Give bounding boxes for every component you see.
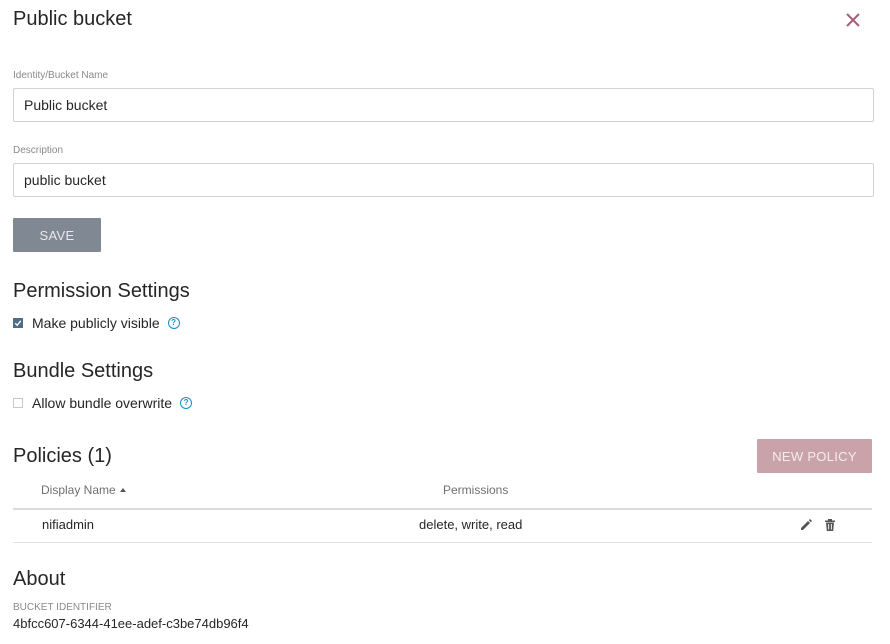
display-name-header-label: Display Name (41, 483, 116, 497)
description-label: Description (13, 145, 64, 156)
policy-display-name: nifiadmin (42, 517, 95, 532)
column-header-display-name[interactable]: Display Name (41, 483, 126, 497)
policy-permissions: delete, write, read (419, 517, 523, 532)
description-input[interactable] (13, 163, 874, 197)
pencil-icon[interactable] (799, 518, 813, 532)
about-heading: About (13, 568, 66, 590)
allow-overwrite-row: Allow bundle overwrite ? (13, 395, 193, 411)
policies-heading: Policies (1) (13, 445, 112, 467)
dialog-title: Public bucket (13, 8, 132, 30)
bucket-name-label: Identity/Bucket Name (13, 70, 109, 81)
trash-icon[interactable] (823, 518, 837, 532)
save-button[interactable]: SAVE (13, 218, 101, 252)
bundle-settings-heading: Bundle Settings (13, 360, 154, 382)
bucket-identifier-label: BUCKET IDENTIFIER (13, 602, 112, 613)
checkmark-icon (14, 320, 22, 327)
table-row: nifiadmin delete, write, read (13, 510, 872, 543)
bucket-name-input[interactable] (13, 88, 874, 122)
policies-table-header: Display Name Permissions (13, 480, 872, 510)
publicly-visible-row: Make publicly visible ? (13, 315, 180, 331)
sort-ascending-icon (119, 488, 126, 492)
permission-settings-heading: Permission Settings (13, 280, 190, 302)
allow-overwrite-label: Allow bundle overwrite (32, 395, 173, 411)
new-policy-button[interactable]: NEW POLICY (757, 439, 872, 473)
bucket-identifier-value: 4bfcc607-6344-41ee-adef-c3be74db96f4 (13, 616, 249, 631)
publicly-visible-checkbox[interactable] (13, 318, 23, 328)
column-header-permissions[interactable]: Permissions (443, 483, 508, 497)
publicly-visible-label: Make publicly visible (32, 315, 160, 331)
help-circle-icon[interactable]: ? (180, 397, 193, 409)
close-icon[interactable] (842, 9, 864, 31)
allow-overwrite-checkbox[interactable] (13, 398, 23, 408)
help-circle-icon[interactable]: ? (167, 317, 180, 329)
